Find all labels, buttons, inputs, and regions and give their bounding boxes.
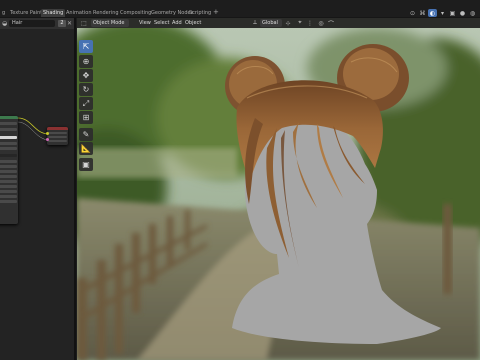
node-socket-row	[0, 128, 17, 131]
tab-scripting[interactable]: Scripting	[187, 9, 213, 17]
tab-animation[interactable]: Animation	[64, 9, 94, 17]
snap-icon[interactable]: ⌖	[296, 19, 304, 27]
snap-target-icon[interactable]: ⋮	[306, 19, 314, 27]
node-socket-row	[0, 195, 17, 198]
node-socket-row	[0, 147, 17, 150]
surface-socket[interactable]	[46, 132, 49, 135]
gizmo-icon[interactable]: ⌘	[418, 9, 427, 17]
falloff-icon[interactable]: ⌒	[327, 19, 335, 28]
visibility-icon[interactable]: ⊙	[408, 9, 417, 17]
object-mode-label: Object Mode	[93, 20, 125, 26]
select-box-icon[interactable]: ⇱	[79, 40, 93, 53]
distant-field	[77, 148, 237, 178]
node-socket-row	[0, 122, 17, 125]
node-socket-row	[0, 180, 17, 183]
node-socket-row	[48, 132, 67, 134]
node-socket-row	[0, 175, 17, 178]
tab-texture-paint[interactable]: Texture Paint	[8, 9, 44, 17]
node-socket-row	[0, 170, 17, 173]
node-socket-row	[0, 165, 17, 168]
menu-select[interactable]: Select	[154, 19, 169, 27]
node-socket-row	[0, 200, 17, 203]
node-socket-row	[0, 154, 17, 157]
add-workspace-button[interactable]: +	[211, 9, 221, 17]
viewport-header: ⬚ Object Mode View Select Add Object ⟂ G…	[77, 18, 480, 28]
viewport-scene	[77, 28, 480, 360]
menu-view[interactable]: View	[139, 19, 151, 27]
node-socket-row	[0, 160, 17, 163]
solid-shading-icon[interactable]: ●	[458, 9, 467, 17]
proportional-edit-icon[interactable]: ◎	[317, 19, 325, 27]
node-socket-row	[0, 190, 17, 193]
material-output-node[interactable]	[46, 127, 68, 145]
rotate-icon[interactable]: ↻	[79, 83, 93, 96]
editor-type-icon[interactable]: ⬚	[80, 19, 88, 27]
tab-layout[interactable]: g	[0, 9, 7, 17]
xray-icon[interactable]: ▣	[448, 9, 457, 17]
menu-object[interactable]: Object	[185, 19, 201, 27]
add-cube-icon[interactable]: ▣	[79, 158, 93, 171]
menu-add[interactable]: Add	[172, 19, 182, 27]
shader-node-editor[interactable]: ◒ Hair 2 ✕	[0, 18, 76, 360]
chevron-down-icon[interactable]: ▾	[438, 9, 447, 17]
annotate-icon[interactable]: ✎	[79, 128, 93, 141]
object-mode-dropdown[interactable]: Object Mode	[91, 19, 129, 27]
material-preview-icon[interactable]: ◍	[468, 9, 477, 17]
node-socket-row	[48, 136, 67, 138]
transform-orientation-label: Global	[262, 20, 278, 26]
cursor-icon[interactable]: ⊕	[79, 55, 93, 68]
node-socket-row	[0, 142, 17, 145]
measure-icon[interactable]: 📐	[79, 142, 93, 155]
fence-post-right	[443, 204, 452, 294]
pivot-icon[interactable]: ⊹	[284, 19, 292, 27]
node-socket-row	[48, 140, 67, 142]
node-socket-row	[0, 185, 17, 188]
transform-icon[interactable]: ⊞	[79, 111, 93, 124]
scale-icon[interactable]: ⤢	[79, 97, 93, 110]
volume-socket[interactable]	[46, 138, 49, 141]
node-header	[47, 127, 68, 130]
color-field	[0, 136, 17, 139]
move-icon[interactable]: ✥	[79, 69, 93, 82]
hair-bsdf-node[interactable]	[0, 116, 18, 224]
workspace-tab-bar: g Texture Paint Shading Animation Render…	[0, 0, 480, 18]
overlay-icon[interactable]: ◐	[428, 9, 437, 17]
tab-shading[interactable]: Shading	[41, 9, 66, 17]
transform-orientation-dropdown[interactable]: Global	[260, 19, 282, 27]
tab-rendering[interactable]: Rendering	[91, 9, 121, 17]
3d-viewport[interactable]: ⬚ Object Mode View Select Add Object ⟂ G…	[77, 18, 480, 360]
orientation-icon[interactable]: ⟂	[251, 19, 259, 27]
node-header	[0, 116, 18, 119]
